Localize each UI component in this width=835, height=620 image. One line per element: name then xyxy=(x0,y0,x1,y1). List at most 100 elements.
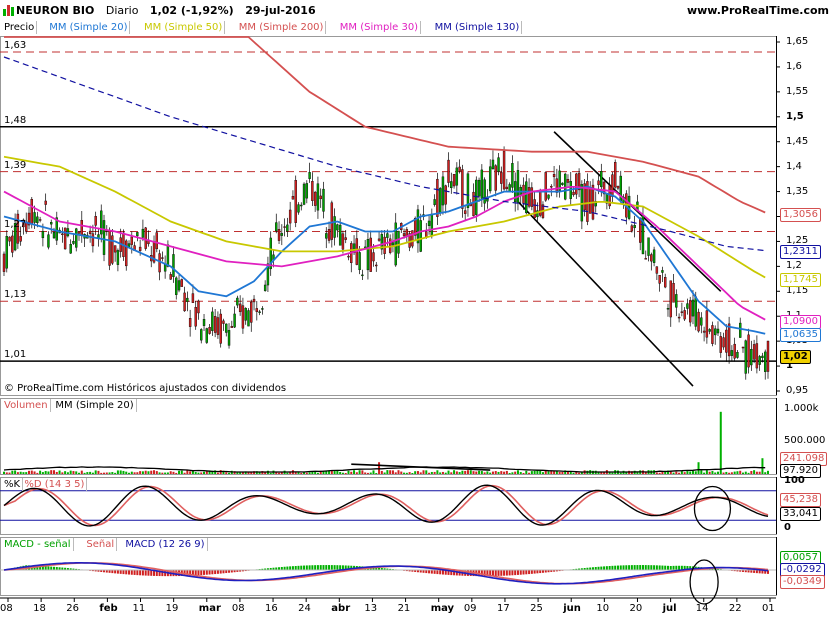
candle-body-215 xyxy=(600,171,603,188)
candle-body-203 xyxy=(566,179,570,183)
volume-bar-131 xyxy=(366,472,369,474)
candle-body-89 xyxy=(250,301,253,323)
level-label-1: 1,48 xyxy=(4,114,27,126)
candle-body-86 xyxy=(241,305,245,329)
volume-bar-251 xyxy=(700,470,703,474)
candle-body-156 xyxy=(436,178,439,217)
volume-bar-22 xyxy=(64,471,67,474)
volume-bar-156 xyxy=(436,470,439,474)
volume-bar-57 xyxy=(161,472,164,474)
macd-hist-157 xyxy=(439,570,442,575)
candle-body-1 xyxy=(5,236,8,269)
volume-bar-48 xyxy=(136,472,139,474)
volume-bar-44 xyxy=(125,471,128,474)
candle-body-172 xyxy=(480,169,484,199)
level-label-5: 1,01 xyxy=(4,349,27,361)
candle-body-198 xyxy=(552,174,556,178)
volume-bar-133 xyxy=(372,470,375,474)
volume-bar-35 xyxy=(100,472,103,474)
price-tab-4[interactable]: MM (Simple 30) xyxy=(338,21,422,34)
candle-body-253 xyxy=(705,310,709,338)
chart-canvas[interactable] xyxy=(0,0,835,620)
volume-bar-179 xyxy=(500,471,503,474)
candle-body-59 xyxy=(166,244,170,267)
stoch-tab-0[interactable]: %K xyxy=(2,478,24,491)
volume-bar-155 xyxy=(433,471,436,474)
macd-hist-70 xyxy=(197,570,200,576)
volume-bar-125 xyxy=(350,471,353,474)
candle-body-255 xyxy=(711,325,714,344)
volume-bar-143 xyxy=(400,471,403,474)
candle-body-237 xyxy=(661,270,664,273)
stoch-tick-label-0: 100 xyxy=(784,475,805,486)
candle-body-38 xyxy=(108,230,111,266)
macd-tab-1[interactable]: Señal xyxy=(84,538,118,551)
candle-body-196 xyxy=(547,194,550,199)
volume-tab-1[interactable]: MM (Simple 20) xyxy=(53,399,137,412)
volume-bar-60 xyxy=(169,471,172,474)
volume-bar-45 xyxy=(128,472,131,474)
price-tab-3[interactable]: MM (Simple 200) xyxy=(237,21,327,34)
candle-body-234 xyxy=(652,249,656,263)
volume-bar-142 xyxy=(397,470,400,474)
candle-body-206 xyxy=(575,173,578,195)
candle-body-254 xyxy=(708,329,711,332)
volume-bar-24 xyxy=(69,470,72,474)
volume-bar-161 xyxy=(450,472,453,474)
volume-bar-259 xyxy=(722,472,725,474)
macd-tab-0[interactable]: MACD - señal xyxy=(2,538,74,551)
macd-hist-40 xyxy=(114,570,117,574)
candle-body-25 xyxy=(72,241,75,244)
volume-bar-63 xyxy=(178,470,181,474)
candle-body-134 xyxy=(375,264,378,267)
candle-body-90 xyxy=(252,298,256,303)
macd-hist-73 xyxy=(205,570,208,575)
candle-body-66 xyxy=(186,297,189,302)
volume-bar-173 xyxy=(483,472,486,474)
candle-body-13 xyxy=(38,219,42,221)
stoch-tick-label-1: 0 xyxy=(784,522,791,533)
volume-bar-126 xyxy=(353,470,356,474)
candle-body-12 xyxy=(36,216,39,224)
candle-body-109 xyxy=(305,183,309,199)
candle-body-106 xyxy=(297,204,300,213)
price-tab-2[interactable]: MM (Simple 50) xyxy=(142,21,226,34)
volume-bar-16 xyxy=(47,471,50,474)
price-tab-5[interactable]: MM (Simple 130) xyxy=(433,21,523,34)
volume-bar-272 xyxy=(758,471,761,474)
macd-hist-49 xyxy=(139,570,142,576)
candle-body-266 xyxy=(741,346,745,349)
macd-tab-2[interactable]: MACD (12 26 9) xyxy=(123,538,208,551)
candle-body-233 xyxy=(650,254,653,262)
price-tab-0[interactable]: Precio xyxy=(2,21,38,34)
volume-bar-158 xyxy=(441,471,444,474)
candle-body-108 xyxy=(302,183,306,205)
candle-body-248 xyxy=(691,299,695,317)
price-tab-1[interactable]: MM (Simple 20) xyxy=(47,21,131,34)
candle-body-229 xyxy=(639,217,642,243)
candle-body-221 xyxy=(616,185,620,189)
candle-body-51 xyxy=(144,227,147,249)
candle-body-104 xyxy=(291,195,295,200)
volume-bar-153 xyxy=(428,472,431,474)
volume-bar-122 xyxy=(341,472,344,474)
volume-bar-163 xyxy=(455,471,458,474)
candle-body-35 xyxy=(100,210,103,235)
candle-body-116 xyxy=(325,233,328,239)
candle-body-18 xyxy=(52,232,56,239)
volume-tab-0[interactable]: Volumen xyxy=(2,399,51,412)
volume-bar-69 xyxy=(194,472,197,474)
candle-body-147 xyxy=(411,230,414,247)
volume-bar-164 xyxy=(458,472,461,474)
macd-hist-41 xyxy=(116,570,119,574)
candle-body-36 xyxy=(102,220,106,255)
volume-bar-261 xyxy=(728,472,731,474)
stoch-tab-1[interactable]: %D (14 3 5) xyxy=(22,478,88,491)
price-tick-label-2: 1,55 xyxy=(786,85,809,97)
candle-body-242 xyxy=(675,294,678,308)
candle-body-70 xyxy=(197,300,200,314)
volume-bar-10 xyxy=(30,470,33,474)
candle-body-92 xyxy=(258,311,261,313)
time-label-13: may xyxy=(430,603,455,614)
candle-body-55 xyxy=(155,232,159,250)
